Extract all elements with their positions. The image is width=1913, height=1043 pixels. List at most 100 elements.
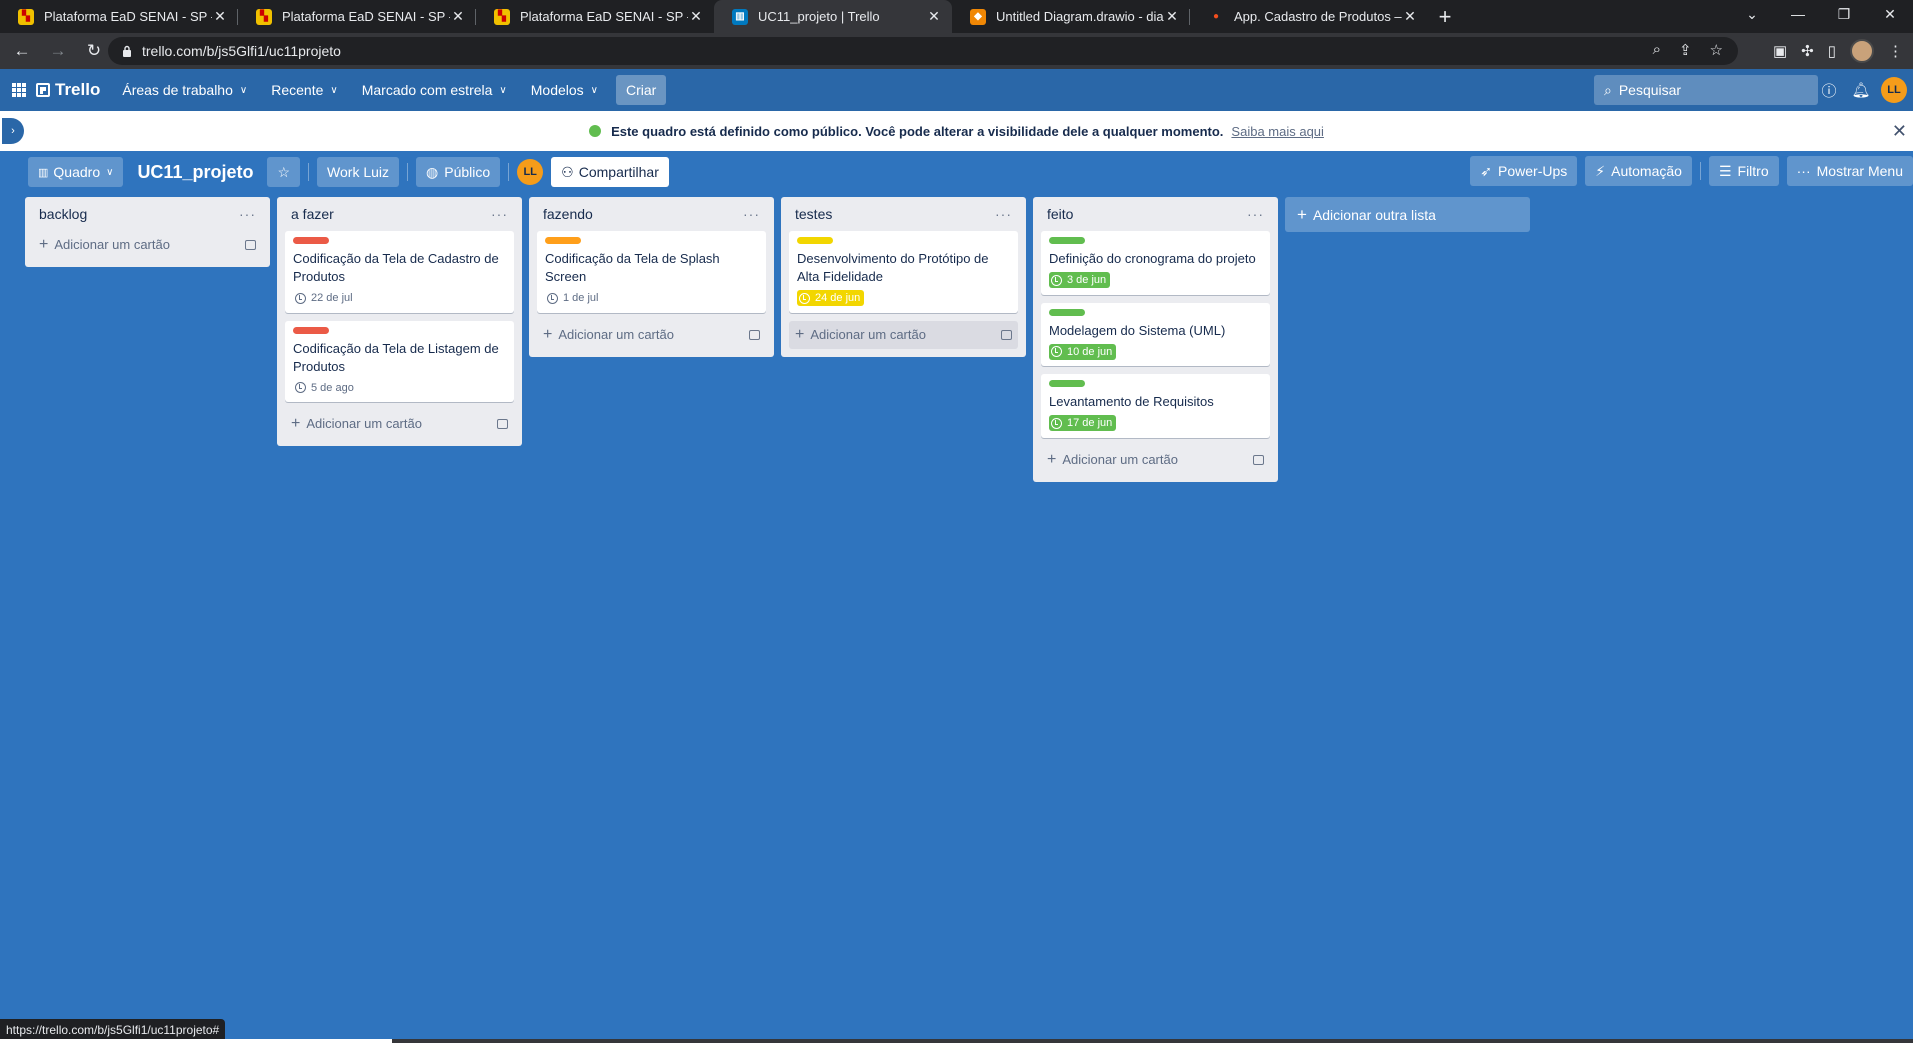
share-button[interactable]: ⚇ Compartilhar (551, 157, 669, 187)
card-template-icon[interactable] (497, 419, 508, 429)
list-title[interactable]: fazendo (543, 206, 593, 222)
list-title[interactable]: feito (1047, 206, 1073, 222)
due-date-badge[interactable]: 10 de jun (1049, 343, 1117, 360)
close-tab-icon[interactable]: ✕ (1402, 8, 1418, 25)
card-label[interactable] (1049, 380, 1085, 387)
menu-templates[interactable]: Modelos ∨ (519, 74, 610, 106)
create-button[interactable]: Criar (616, 75, 667, 105)
browser-tab[interactable]: ▚ Plataforma EaD SENAI - SP - QDI ✕ (476, 0, 714, 33)
menu-recent[interactable]: Recente ∨ (259, 74, 349, 106)
close-icon[interactable]: ✕ (1892, 121, 1907, 142)
list-menu-icon[interactable]: ··· (743, 206, 760, 222)
card[interactable]: Definição do cronograma do projeto 3 de … (1041, 231, 1270, 295)
list-menu-icon[interactable]: ··· (239, 206, 256, 222)
plus-icon: + (1047, 450, 1057, 468)
due-date-badge[interactable]: 3 de jun (1049, 272, 1111, 288)
browser-menu-icon[interactable]: ⋮ (1888, 42, 1903, 60)
close-tab-icon[interactable]: ✕ (688, 8, 704, 25)
list-title[interactable]: a fazer (291, 206, 334, 222)
app-switcher-icon[interactable] (12, 83, 26, 97)
list-title[interactable]: backlog (39, 206, 87, 222)
trello-logo-icon (36, 83, 50, 97)
learn-more-link[interactable]: Saiba mais aqui (1231, 124, 1324, 139)
scrollbar-thumb[interactable] (0, 1039, 392, 1043)
browser-tab[interactable]: ◆ Untitled Diagram.drawio - diagrams.net… (952, 0, 1190, 33)
member-avatar[interactable]: LL (517, 159, 544, 185)
card[interactable]: Codificação da Tela de Splash Screen 1 d… (537, 231, 766, 313)
trello-logo[interactable]: Trello (36, 80, 100, 100)
due-date-badge[interactable]: 5 de ago (293, 380, 358, 396)
menu-starred[interactable]: Marcado com estrela ∨ (350, 74, 519, 106)
power-ups-button[interactable]: ➶ Power-Ups (1470, 156, 1578, 186)
browser-tab-active[interactable]: ▥ UC11_projeto | Trello ✕ (714, 0, 952, 33)
card[interactable]: Codificação da Tela de Cadastro de Produ… (285, 231, 514, 313)
close-window-icon[interactable]: ✕ (1867, 0, 1913, 28)
card[interactable]: Codificação da Tela de Listagem de Produ… (285, 320, 514, 402)
card-label[interactable] (293, 237, 329, 244)
add-list-button[interactable]: + Adicionar outra lista (1285, 197, 1530, 232)
close-tab-icon[interactable]: ✕ (1164, 8, 1180, 25)
star-board-button[interactable]: ☆ (267, 157, 301, 187)
card-template-icon[interactable] (1001, 329, 1012, 340)
bookmark-star-icon[interactable]: ☆ (1710, 41, 1723, 59)
horizontal-scrollbar[interactable] (0, 1039, 1913, 1043)
due-date-badge[interactable]: 24 de jun (797, 290, 865, 306)
automation-button[interactable]: ⚡︎ Automação (1585, 156, 1692, 186)
board-title[interactable]: UC11_projeto (137, 162, 253, 183)
notification-bell-icon[interactable]: 🔔︎ (1845, 81, 1877, 99)
show-menu-button[interactable]: ··· Mostrar Menu (1786, 156, 1913, 186)
profile-avatar[interactable] (1850, 39, 1874, 63)
add-card-button[interactable]: + Adicionar um cartão (537, 321, 766, 349)
tab-search-icon[interactable]: ⌄ (1729, 0, 1775, 28)
menu-workspaces[interactable]: Áreas de trabalho ∨ (110, 74, 259, 106)
minimize-icon[interactable]: — (1775, 0, 1821, 28)
browser-tab[interactable]: ▚ Plataforma EaD SENAI - SP - QDI ✕ (238, 0, 476, 33)
close-tab-icon[interactable]: ✕ (212, 8, 228, 25)
list-menu-icon[interactable]: ··· (995, 206, 1012, 222)
add-card-button[interactable]: + Adicionar um cartão (285, 410, 514, 438)
card-label[interactable] (1049, 237, 1085, 244)
card-template-icon[interactable] (1253, 454, 1264, 465)
card-label[interactable] (545, 237, 581, 244)
card-template-icon[interactable] (245, 240, 256, 250)
due-date-badge[interactable]: 22 de jul (293, 290, 357, 306)
add-card-button[interactable]: + Adicionar um cartão (1041, 446, 1270, 474)
browser-tab[interactable]: ● App. Cadastro de Produtos – Figma ✕ (1190, 0, 1428, 33)
add-card-button[interactable]: + Adicionar um cartão (33, 231, 262, 259)
add-card-button[interactable]: + Adicionar um cartão (789, 320, 1018, 349)
user-avatar[interactable]: LL (1881, 77, 1907, 103)
side-panel-icon[interactable]: ▯ (1828, 42, 1836, 60)
workspace-button[interactable]: Work Luiz (317, 157, 400, 187)
list-menu-icon[interactable]: ··· (1247, 206, 1264, 222)
card[interactable]: Modelagem do Sistema (UML) 10 de jun (1041, 302, 1270, 366)
card-label[interactable] (797, 237, 833, 244)
due-date-badge[interactable]: 17 de jun (1049, 415, 1117, 431)
restore-icon[interactable]: ❐ (1821, 0, 1867, 28)
share-icon[interactable]: ⇪ (1679, 41, 1692, 59)
puzzle-icon[interactable]: ✣ (1801, 42, 1814, 60)
card-label[interactable] (293, 326, 329, 334)
list-title[interactable]: testes (795, 206, 832, 222)
due-date-badge[interactable]: 1 de jul (545, 290, 602, 306)
forward-icon[interactable]: → (44, 37, 72, 65)
card-template-icon[interactable] (749, 329, 760, 340)
filter-button[interactable]: ☰ Filtro (1708, 156, 1779, 186)
search-input[interactable]: ⌕ Pesquisar (1594, 75, 1818, 105)
address-bar[interactable]: trello.com/b/js5Glfi1/uc11projeto (108, 37, 1738, 65)
card[interactable]: Desenvolvimento do Protótipo de Alta Fid… (789, 231, 1018, 313)
reload-icon[interactable]: ↻ (80, 37, 108, 65)
list-fazendo: fazendo ··· Codificação da Tela de Splas… (529, 197, 774, 357)
card-label[interactable] (1049, 308, 1085, 316)
info-icon[interactable]: ⓘ (1813, 80, 1845, 101)
close-tab-icon[interactable]: ✕ (926, 8, 942, 25)
list-menu-icon[interactable]: ··· (491, 206, 508, 222)
extension-icon[interactable]: ▣ (1773, 42, 1787, 60)
zoom-icon[interactable]: ⌕ (1653, 41, 1661, 59)
card[interactable]: Levantamento de Requisitos 17 de jun (1041, 374, 1270, 438)
visibility-button[interactable]: ◍ Público (416, 157, 501, 187)
back-icon[interactable]: ← (8, 37, 36, 65)
browser-tab[interactable]: ▚ Plataforma EaD SENAI - SP - QDI ✕ (0, 0, 238, 33)
board-view-switcher[interactable]: ▥ Quadro ∨ (28, 157, 124, 187)
close-tab-icon[interactable]: ✕ (450, 8, 466, 25)
new-tab-button[interactable]: + (1428, 0, 1462, 33)
